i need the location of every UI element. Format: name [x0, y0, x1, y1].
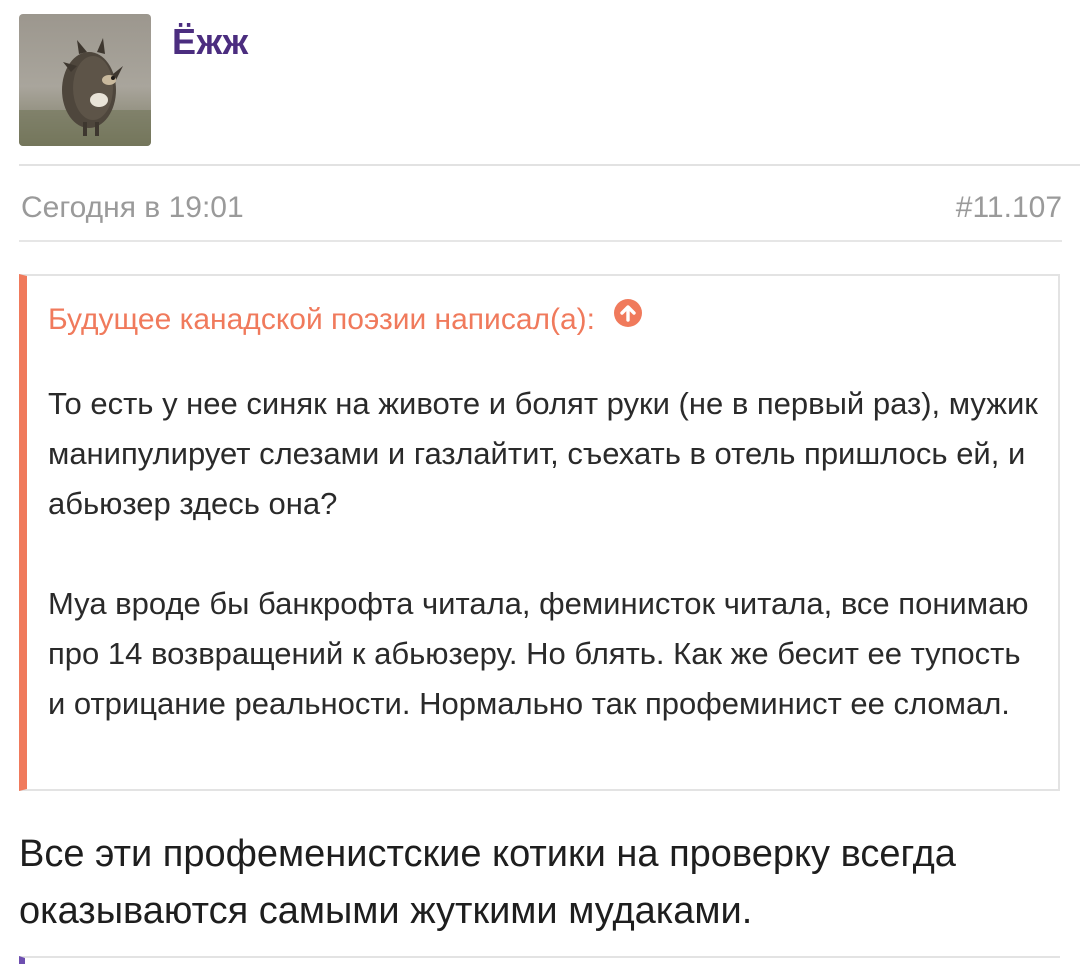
post-timestamp[interactable]: Сегодня в 19:01	[21, 188, 244, 228]
post-meta: Сегодня в 19:01 #11.107	[19, 186, 1062, 230]
meta-divider	[19, 240, 1062, 242]
next-quote-block-edge	[19, 956, 1060, 964]
author-avatar[interactable]	[19, 14, 151, 146]
post-body: Все эти профеменистские котики на провер…	[19, 833, 956, 932]
header-divider	[19, 164, 1080, 166]
post-number-link[interactable]: #11.107	[956, 188, 1062, 228]
hedgehog-avatar-icon	[19, 14, 151, 146]
author-name[interactable]: Ёжж	[172, 18, 249, 66]
quote-paragraph: То есть у нее синяк на животе и болят ру…	[48, 386, 1038, 521]
quote-header: Будущее канадской поэзии написал(а):	[48, 298, 643, 340]
arrow-up-circle-icon[interactable]	[613, 298, 643, 339]
quote-author-label: Будущее канадской поэзии написал(а):	[48, 303, 596, 336]
quote-paragraph: Муа вроде бы банкрофта читала, феминисто…	[48, 586, 1029, 721]
quote-block: Будущее канадской поэзии написал(а): То …	[19, 274, 1060, 791]
